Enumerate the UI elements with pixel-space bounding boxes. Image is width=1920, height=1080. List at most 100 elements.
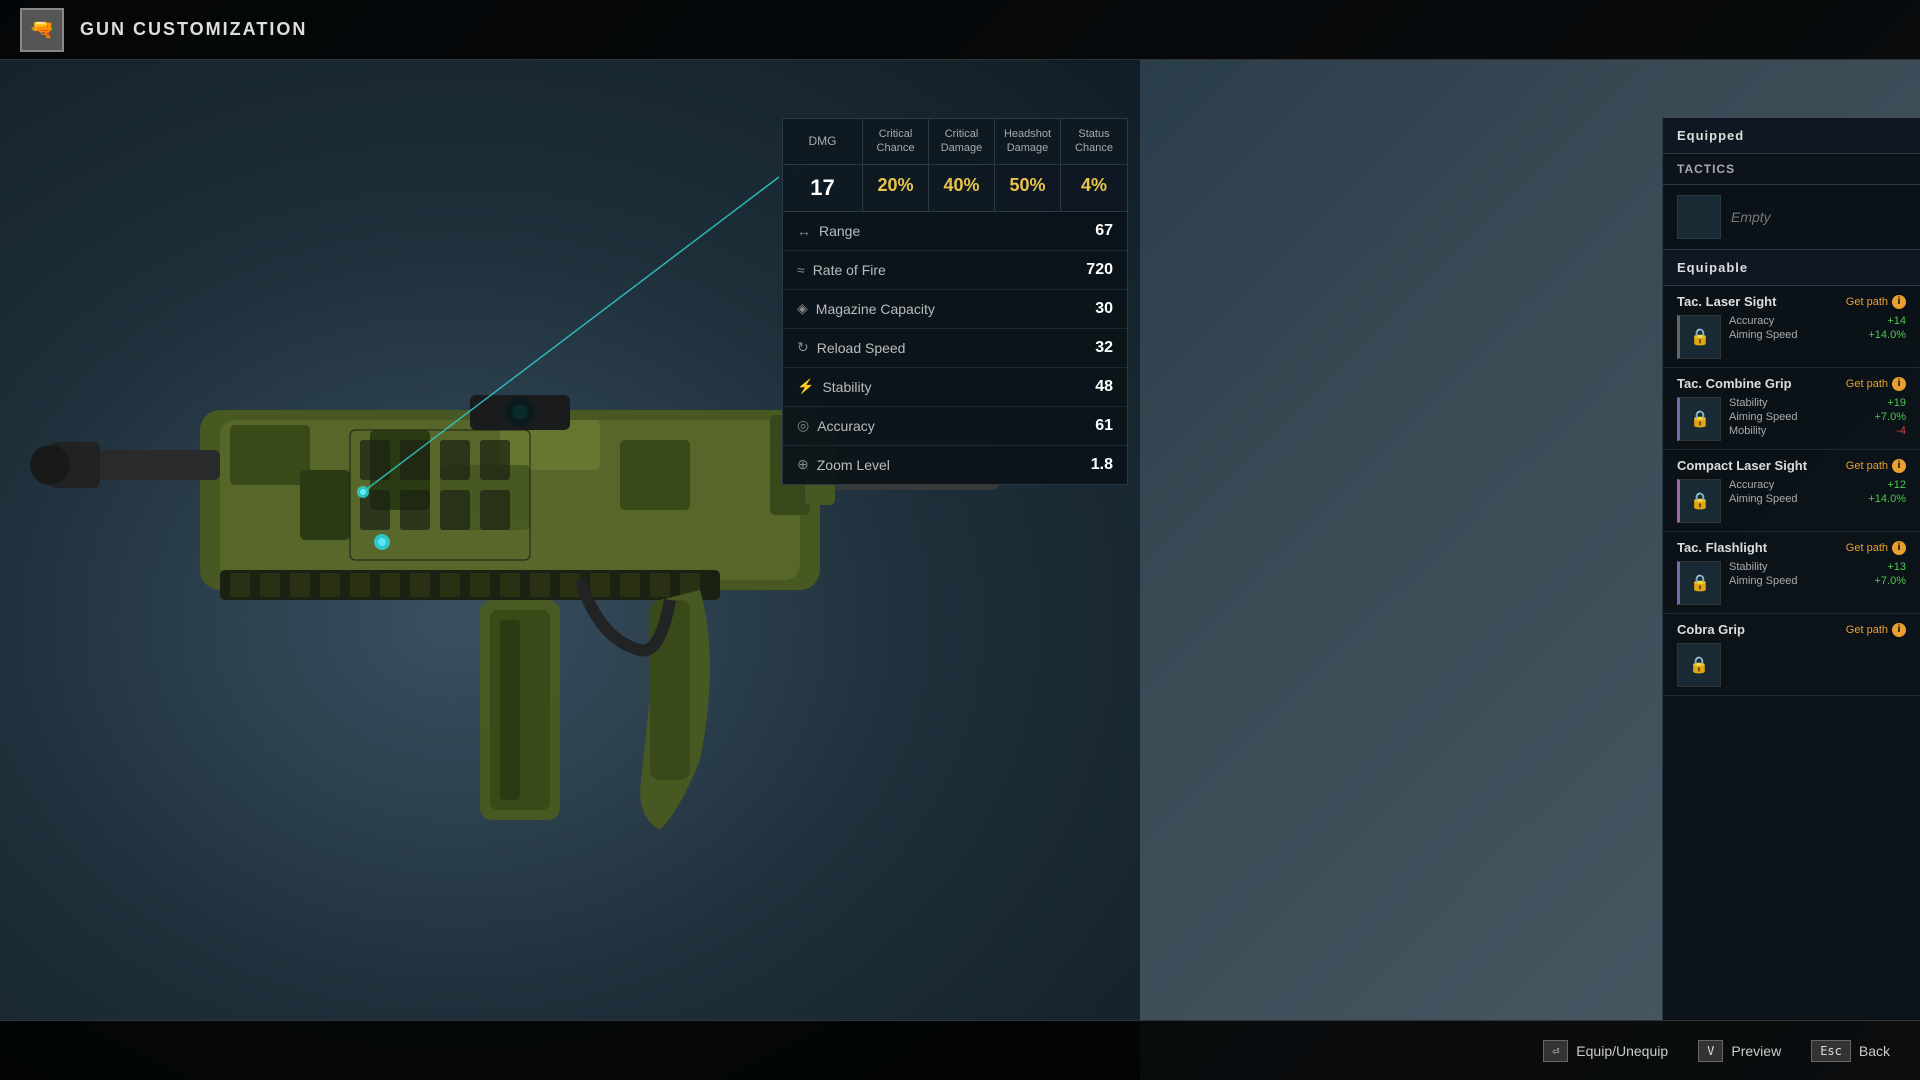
stat-val-crit-chance: 20% [863,165,929,211]
equip-stat-label: Aiming Speed [1729,329,1798,341]
stat-icon: ⊕ [797,456,809,473]
equip-item[interactable]: Tac. Flashlight Get path i 🔒 Stability +… [1663,532,1920,614]
equip-stat-row: Aiming Speed +14.0% [1729,329,1906,341]
lock-icon: 🔒 [1690,491,1710,511]
preview-action[interactable]: V Preview [1698,1040,1781,1062]
equip-stat-label: Stability [1729,397,1768,409]
stat-header-status: Status Chance [1061,119,1127,164]
equip-stat-value: +7.0% [1875,411,1907,423]
info-badge: i [1892,295,1906,309]
equip-stat-value: +12 [1887,479,1906,491]
equip-item-name: Tac. Flashlight [1677,540,1767,555]
lock-icon: 🔒 [1690,409,1710,429]
equip-item-thumb: 🔒 [1677,643,1721,687]
equip-stat-label: Aiming Speed [1729,411,1798,423]
stat-row: ↻ Reload Speed 32 [783,329,1127,368]
equip-item-header: Cobra Grip Get path i [1677,622,1906,637]
equip-item-stats: Accuracy +14 Aiming Speed +14.0% [1729,315,1906,359]
lock-icon: 🔒 [1690,573,1710,593]
equip-stat-row: Accuracy +12 [1729,479,1906,491]
equip-item[interactable]: Tac. Laser Sight Get path i 🔒 Accuracy +… [1663,286,1920,368]
info-badge: i [1892,541,1906,555]
equip-stat-label: Stability [1729,561,1768,573]
equip-item-getpath[interactable]: Get path i [1846,541,1906,555]
equip-item-header: Tac. Combine Grip Get path i [1677,376,1906,391]
equip-item-getpath[interactable]: Get path i [1846,623,1906,637]
stat-icon: ◎ [797,417,809,434]
equipped-title: Equipped [1663,118,1920,154]
equip-stat-label: Aiming Speed [1729,575,1798,587]
equip-stat-row: Stability +13 [1729,561,1906,573]
equip-stat-row: Aiming Speed +14.0% [1729,493,1906,505]
equipped-slot[interactable]: Empty [1663,185,1920,250]
stat-icon: ≈ [797,262,805,278]
stat-name: Range [819,223,860,239]
right-panel[interactable]: Equipped TACTICS Empty Equipable Tac. La… [1662,118,1920,1020]
stat-name: Zoom Level [817,457,890,473]
equip-stat-value: -4 [1896,425,1906,437]
equip-item[interactable]: Tac. Combine Grip Get path i 🔒 Stability… [1663,368,1920,450]
equip-item[interactable]: Cobra Grip Get path i 🔒 [1663,614,1920,696]
stat-value: 30 [1095,300,1113,318]
equip-item-getpath[interactable]: Get path i [1846,377,1906,391]
stat-header-headshot: Headshot Damage [995,119,1061,164]
stat-row: ⚡ Stability 48 [783,368,1127,407]
equip-item-body: 🔒 [1677,643,1906,687]
stat-icon: ⚡ [797,378,814,395]
info-badge: i [1892,623,1906,637]
stat-name: Magazine Capacity [816,301,935,317]
equip-stat-value: +14 [1887,315,1906,327]
stat-val-headshot: 50% [995,165,1061,211]
stat-row: ◎ Accuracy 61 [783,407,1127,446]
equip-item-body: 🔒 Accuracy +12 Aiming Speed +14.0% [1677,479,1906,523]
equip-stat-row: Aiming Speed +7.0% [1729,411,1906,423]
stat-val-crit-damage: 40% [929,165,995,211]
equip-stat-row: Accuracy +14 [1729,315,1906,327]
stat-label: ◎ Accuracy [797,417,875,434]
equip-item-body: 🔒 Accuracy +14 Aiming Speed +14.0% [1677,315,1906,359]
equip-stat-label: Accuracy [1729,479,1774,491]
equip-item-getpath[interactable]: Get path i [1846,459,1906,473]
equip-key: ⏎ [1543,1040,1568,1062]
equip-item-thumb: 🔒 [1677,315,1721,359]
topbar: 🔫 GUN CUSTOMIZATION [0,0,1920,60]
stat-value: 32 [1095,339,1113,357]
stat-name: Reload Speed [817,340,906,356]
equip-item[interactable]: Compact Laser Sight Get path i 🔒 Accurac… [1663,450,1920,532]
equipable-list: Tac. Laser Sight Get path i 🔒 Accuracy +… [1663,286,1920,696]
equip-action[interactable]: ⏎ Equip/Unequip [1543,1040,1668,1062]
stat-label: ≈ Rate of Fire [797,262,886,278]
stat-label: ⚡ Stability [797,378,871,395]
stat-icon: ◈ [797,300,808,317]
equip-item-getpath[interactable]: Get path i [1846,295,1906,309]
stat-name: Accuracy [817,418,875,434]
preview-key: V [1698,1040,1723,1062]
stat-name: Stability [822,379,871,395]
equip-item-stats: Stability +13 Aiming Speed +7.0% [1729,561,1906,605]
equip-stat-value: +13 [1887,561,1906,573]
back-label: Back [1859,1043,1890,1059]
bottom-bar: ⏎ Equip/Unequip V Preview Esc Back [0,1020,1920,1080]
equipable-title: Equipable [1663,250,1920,286]
preview-label: Preview [1731,1043,1781,1059]
stat-icon: ↻ [797,339,809,356]
stat-label: ↔ Range [797,223,860,239]
stat-row: ↔ Range 67 [783,212,1127,251]
back-action[interactable]: Esc Back [1811,1040,1890,1062]
stat-val-dmg: 17 [783,165,863,211]
equip-stat-value: +14.0% [1868,493,1906,505]
stat-val-status: 4% [1061,165,1127,211]
equipped-slot-label: Empty [1731,209,1771,225]
weapon-stats-list: ↔ Range 67 ≈ Rate of Fire 720 ◈ Magazine… [783,212,1127,484]
stat-row: ⊕ Zoom Level 1.8 [783,446,1127,484]
topbar-title: GUN CUSTOMIZATION [80,19,307,40]
info-badge: i [1892,459,1906,473]
equip-item-header: Tac. Flashlight Get path i [1677,540,1906,555]
stats-header: DMG Critical Chance Critical Damage Head… [783,119,1127,165]
stat-value: 48 [1095,378,1113,396]
equip-stat-row: Stability +19 [1729,397,1906,409]
equip-item-thumb: 🔒 [1677,397,1721,441]
equip-stat-value: +7.0% [1875,575,1907,587]
lock-icon: 🔒 [1690,327,1710,347]
back-key: Esc [1811,1040,1851,1062]
